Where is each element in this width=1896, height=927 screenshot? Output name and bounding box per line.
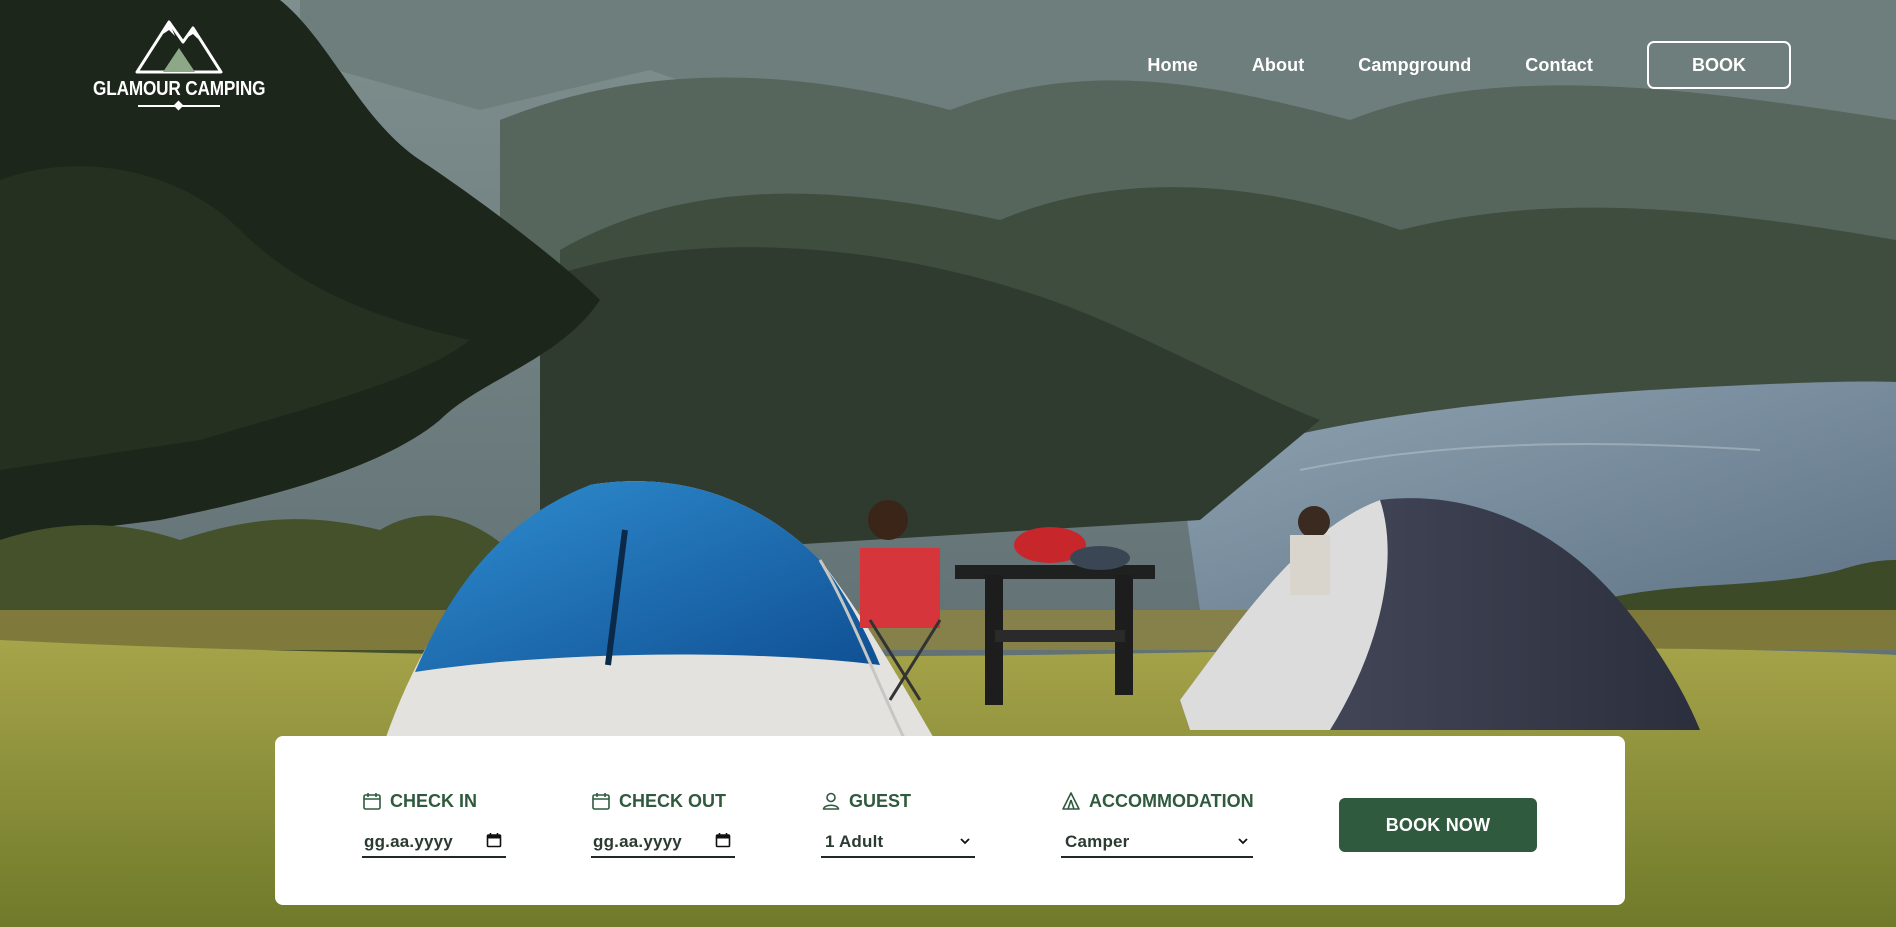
guest-field: GUEST 1 Adult: [821, 790, 975, 858]
calendar-picker-icon[interactable]: [715, 832, 731, 853]
guest-value: 1 Adult: [825, 832, 884, 851]
check-out-value: gg.aa.yyyy: [593, 832, 682, 851]
chevron-down-icon: [1237, 832, 1249, 852]
check-out-label-text: CHECK OUT: [619, 790, 726, 811]
check-in-field: CHECK IN gg.aa.yyyy: [362, 790, 506, 858]
guest-select[interactable]: 1 Adult: [821, 828, 975, 858]
tent-icon: [1061, 791, 1081, 811]
logo-divider: [138, 105, 220, 107]
book-now-button[interactable]: BOOK NOW: [1339, 798, 1537, 852]
guest-label-text: GUEST: [849, 790, 912, 811]
nav-link-home[interactable]: Home: [1147, 55, 1197, 76]
brand-logo[interactable]: GLAMOUR CAMPING: [93, 10, 265, 120]
nav-link-about[interactable]: About: [1252, 55, 1304, 76]
brand-name: GLAMOUR CAMPING: [92, 78, 266, 100]
check-in-date-input[interactable]: gg.aa.yyyy: [362, 828, 506, 858]
main-navigation: Home About Campground Contact BOOK: [1147, 41, 1791, 89]
check-in-label-text: CHECK IN: [390, 790, 478, 811]
mountain-logo-icon: [135, 20, 223, 74]
calendar-icon: [362, 791, 382, 811]
nav-link-campground[interactable]: Campground: [1358, 55, 1471, 76]
check-out-field: CHECK OUT gg.aa.yyyy: [591, 790, 735, 858]
chevron-down-icon: [959, 832, 971, 852]
check-out-date-input[interactable]: gg.aa.yyyy: [591, 828, 735, 858]
calendar-picker-icon[interactable]: [486, 832, 502, 853]
check-in-label: CHECK IN: [362, 790, 506, 812]
accommodation-select[interactable]: Camper: [1061, 828, 1253, 858]
calendar-icon: [591, 791, 611, 811]
accommodation-value: Camper: [1065, 832, 1130, 851]
book-button[interactable]: BOOK: [1647, 41, 1791, 89]
nav-link-contact[interactable]: Contact: [1525, 55, 1593, 76]
check-in-value: gg.aa.yyyy: [364, 832, 453, 851]
check-out-label: CHECK OUT: [591, 790, 735, 812]
accommodation-label: ACCOMMODATION: [1061, 790, 1254, 812]
booking-panel: CHECK IN gg.aa.yyyy CHECK OUT gg.aa.yyyy: [275, 736, 1625, 905]
accommodation-label-text: ACCOMMODATION: [1089, 790, 1254, 811]
user-icon: [821, 791, 841, 811]
accommodation-field: ACCOMMODATION Camper: [1061, 790, 1254, 858]
guest-label: GUEST: [821, 790, 975, 812]
